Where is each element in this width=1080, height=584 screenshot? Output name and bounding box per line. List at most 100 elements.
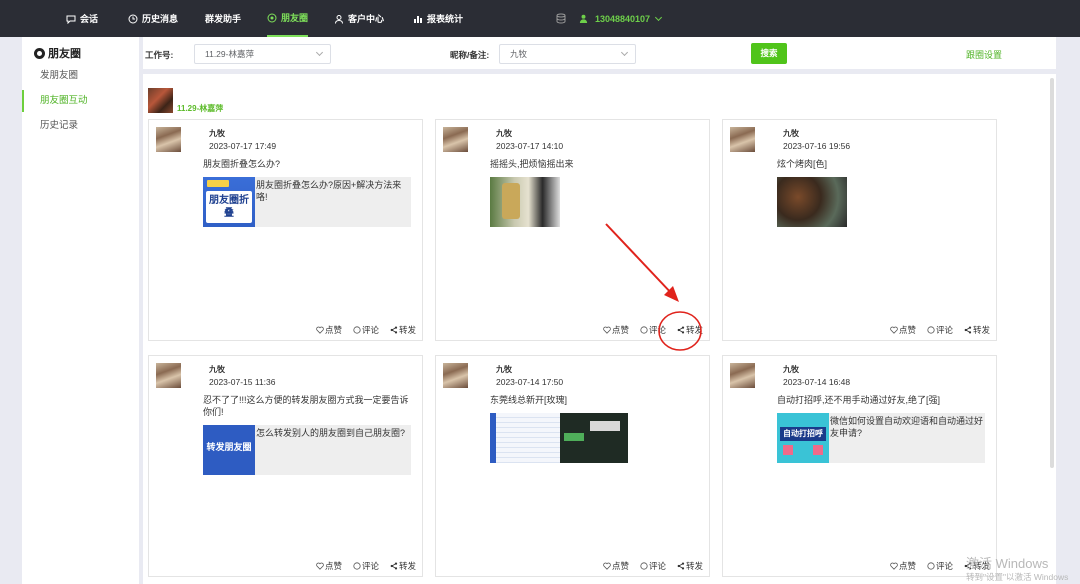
post-text: 摇摇头,把烦恼摇出来	[490, 159, 574, 169]
chevron-down-icon	[315, 48, 324, 57]
forward-button[interactable]: 转发	[677, 560, 703, 572]
shared-link[interactable]: 转发朋友圈 怎么转发别人的朋友圈到自己朋友圈?	[203, 425, 411, 475]
moment-card: 九牧 2023-07-14 16:48 自动打招呼,还不用手动通过好友,绝了[强…	[722, 355, 997, 577]
avatar	[730, 363, 755, 388]
post-image[interactable]	[560, 413, 628, 463]
chevron-down-icon	[655, 13, 663, 21]
forward-button[interactable]: 转发	[964, 324, 990, 336]
forward-button[interactable]: 转发	[390, 324, 416, 336]
like-button[interactable]: 点赞	[603, 560, 629, 572]
heart-icon	[603, 326, 611, 334]
shared-link[interactable]: 自动打招呼 微信如何设置自动欢迎语和自动通过好友申请?	[777, 413, 985, 463]
chevron-down-icon	[620, 48, 629, 57]
account-switcher[interactable]: 13048840107	[579, 0, 663, 37]
bar-chart-icon	[414, 15, 422, 23]
like-button[interactable]: 点赞	[890, 560, 916, 572]
poster-name: 九牧	[496, 365, 512, 374]
post-text: 自动打招呼,还不用手动通过好友,绝了[强]	[777, 395, 941, 405]
sidebar-item-moment-interaction[interactable]: 朋友圈互动	[22, 90, 139, 112]
moment-card: 九牧 2023-07-16 19:56 炫个烤肉[色] 点赞 评论 转发	[722, 119, 997, 341]
comment-button[interactable]: 评论	[927, 324, 953, 336]
moment-card: 九牧 2023-07-14 17:50 东莞线总新开[玫瑰] 点赞 评论 转发	[435, 355, 710, 577]
post-image[interactable]	[490, 413, 560, 463]
nav-item-moments[interactable]: 朋友圈	[267, 0, 309, 37]
moments-icon	[267, 13, 277, 22]
post-actions: 点赞 评论 转发	[603, 560, 703, 572]
link-title: 微信如何设置自动欢迎语和自动通过好友申请?	[830, 416, 984, 438]
sidebar-item-history[interactable]: 历史记录	[22, 115, 139, 137]
moments-follow-settings-link[interactable]: 跟圈设置	[966, 48, 1002, 61]
comment-button[interactable]: 评论	[353, 560, 379, 572]
poster-name: 九牧	[209, 129, 225, 138]
heart-icon	[890, 562, 898, 570]
post-time: 2023-07-14 16:48	[783, 377, 851, 387]
search-button[interactable]: 搜索	[751, 43, 787, 64]
nav-item-customers[interactable]: 客户中心	[334, 0, 384, 37]
post-image[interactable]	[490, 177, 560, 227]
windows-activation-subtext: 转到"设置"以激活 Windows	[966, 572, 1069, 582]
post-actions: 点赞 评论 转发	[316, 324, 416, 336]
work-id-select[interactable]: 11.29-林嘉萍	[194, 44, 331, 64]
like-button[interactable]: 点赞	[316, 560, 342, 572]
comment-icon	[353, 326, 361, 334]
clock-icon	[128, 14, 138, 23]
forward-button[interactable]: 转发	[390, 560, 416, 572]
avatar	[730, 127, 755, 152]
comment-button[interactable]: 评论	[927, 560, 953, 572]
nav-item-history[interactable]: 历史消息	[128, 0, 178, 37]
post-image[interactable]	[777, 177, 847, 227]
like-button[interactable]: 点赞	[603, 324, 629, 336]
filter-bar: 工作号: 11.29-林嘉萍 昵称/备注: 九牧	[143, 37, 1056, 69]
top-nav: 会话 历史消息 群发助手 朋友圈 客户中心 报表统计 13048840107	[0, 0, 1080, 37]
shared-link[interactable]: 朋友圈折叠 朋友圈折叠怎么办?原因+解决方法来咯!	[203, 177, 411, 227]
share-icon	[390, 326, 398, 334]
link-thumbnail: 自动打招呼	[777, 413, 829, 463]
nickname-select[interactable]: 九牧	[499, 44, 636, 64]
comment-button[interactable]: 评论	[353, 324, 379, 336]
post-time: 2023-07-15 11:36	[209, 377, 276, 387]
avatar	[156, 127, 181, 152]
avatar	[156, 363, 181, 388]
forward-button[interactable]: 转发	[677, 324, 703, 336]
account-avatar	[148, 88, 173, 113]
account-phone: 13048840107	[595, 13, 651, 24]
share-icon	[390, 562, 398, 570]
heart-icon	[316, 562, 324, 570]
comment-icon	[640, 562, 648, 570]
avatar	[443, 363, 468, 388]
comment-icon	[927, 562, 935, 570]
post-text: 东莞线总新开[玫瑰]	[490, 395, 568, 405]
sidebar-item-post-moment[interactable]: 发朋友圈	[22, 65, 139, 87]
heart-icon	[890, 326, 898, 334]
poster-name: 九牧	[209, 365, 225, 374]
sidebar-title: 朋友圈	[34, 45, 81, 61]
comment-button[interactable]: 评论	[640, 560, 666, 572]
nav-item-broadcast[interactable]: 群发助手	[205, 0, 241, 37]
poster-name: 九牧	[496, 129, 512, 138]
comment-button[interactable]: 评论	[640, 324, 666, 336]
moments-icon	[34, 47, 45, 59]
nav-item-chat[interactable]: 会话	[66, 0, 98, 37]
post-text: 忍不了了!!!这么方便的转发朋友圈方式我一定要告诉你们!	[203, 395, 409, 417]
work-id-label: 工作号:	[145, 50, 174, 60]
windows-activation-watermark: 激活 Windows	[966, 556, 1049, 571]
comment-icon	[927, 326, 935, 334]
nickname-label: 昵称/备注:	[450, 50, 490, 60]
comment-icon	[640, 326, 648, 334]
like-button[interactable]: 点赞	[890, 324, 916, 336]
post-time: 2023-07-17 14:10	[496, 141, 564, 151]
link-thumbnail: 朋友圈折叠	[203, 177, 255, 227]
link-title: 朋友圈折叠怎么办?原因+解决方法来咯!	[256, 180, 402, 202]
moment-card: 九牧 2023-07-15 11:36 忍不了了!!!这么方便的转发朋友圈方式我…	[148, 355, 423, 577]
link-title: 怎么转发别人的朋友圈到自己朋友圈?	[256, 428, 406, 438]
account-name: 11.29-林嘉萍	[177, 104, 224, 113]
poster-name: 九牧	[783, 129, 799, 138]
post-time: 2023-07-14 17:50	[496, 377, 564, 387]
share-icon	[677, 326, 685, 334]
scrollbar[interactable]	[1050, 78, 1054, 468]
nav-item-reports[interactable]: 报表统计	[413, 0, 463, 37]
post-actions: 点赞 评论 转发	[316, 560, 416, 572]
comment-icon	[353, 562, 361, 570]
share-icon	[677, 562, 685, 570]
like-button[interactable]: 点赞	[316, 324, 342, 336]
